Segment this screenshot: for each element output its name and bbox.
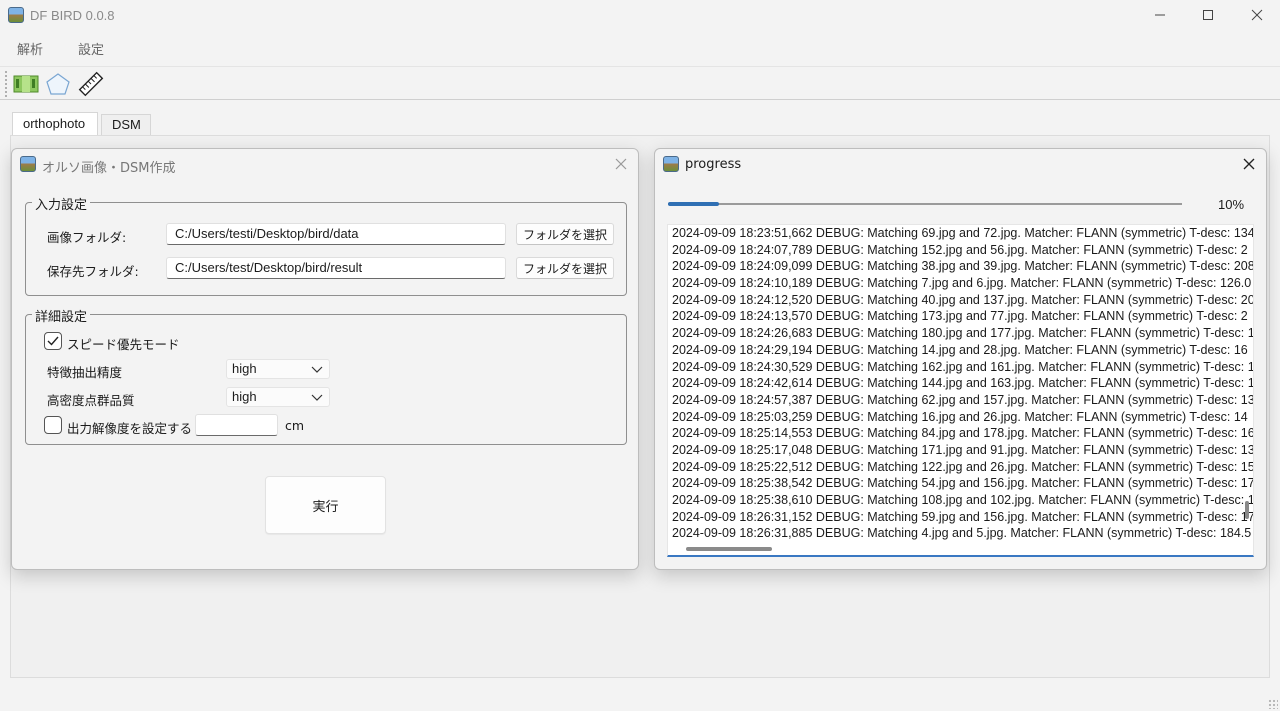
progress-dialog-close-button[interactable] [1239, 154, 1259, 174]
dense-quality-label: 高密度点群品質 [47, 393, 135, 408]
polygon-icon [46, 73, 70, 95]
run-button[interactable]: 実行 [265, 476, 386, 534]
log-line: 2024-09-09 18:25:38,610 DEBUG: Matching … [672, 493, 1254, 507]
menu-settings[interactable]: 設定 [78, 39, 104, 58]
menu-bar: 解析 設定 [0, 32, 1280, 62]
detail-settings-legend: 詳細設定 [32, 306, 91, 325]
log-line: 2024-09-09 18:26:31,885 DEBUG: Matching … [672, 526, 1252, 541]
app-title: DF BIRD 0.0.8 [30, 8, 115, 23]
progress-percent: 10% [1218, 197, 1245, 212]
ortho-dialog-close-button[interactable] [611, 154, 631, 174]
app-icon [8, 7, 24, 23]
maximize-button[interactable] [1185, 0, 1231, 30]
speed-mode-label: スピード優先モード [67, 337, 180, 352]
ortho-dsm-dialog: オルソ画像・DSM作成 入力設定 画像フォルダ: C:/Users/testi/… [11, 148, 639, 570]
log-line: 2024-09-09 18:24:10,189 DEBUG: Matching … [672, 276, 1252, 291]
log-line: 2024-09-09 18:23:51,662 DEBUG: Matching … [672, 226, 1254, 240]
close-icon [1251, 9, 1263, 21]
toolbar [0, 66, 1280, 100]
ortho-map-icon [13, 75, 39, 93]
polygon-button[interactable] [44, 70, 72, 98]
select-image-folder-button[interactable]: フォルダを選択 [516, 223, 614, 245]
ruler-button[interactable] [77, 70, 105, 98]
vertical-scrollbar[interactable] [1245, 501, 1249, 519]
log-line: 2024-09-09 18:24:29,194 DEBUG: Matching … [672, 342, 1248, 357]
minimize-button[interactable] [1137, 0, 1183, 30]
title-bar: DF BIRD 0.0.8 [0, 0, 1280, 32]
dialog-app-icon [663, 156, 679, 172]
close-icon [1243, 158, 1255, 170]
log-line: 2024-09-09 18:24:42,614 DEBUG: Matching … [672, 376, 1254, 391]
output-resolution-checkbox[interactable] [44, 416, 62, 434]
close-button[interactable] [1234, 0, 1280, 30]
horizontal-scrollbar[interactable] [686, 547, 772, 551]
close-icon [615, 158, 627, 170]
log-line: 2024-09-09 18:26:31,152 DEBUG: Matching … [672, 509, 1254, 524]
log-output[interactable]: 2024-09-09 18:23:51,662 DEBUG: Matching … [667, 224, 1254, 557]
save-folder-label: 保存先フォルダ: [47, 264, 139, 279]
output-resolution-label: 出力解像度を設定する [67, 421, 193, 436]
menu-analysis[interactable]: 解析 [17, 39, 43, 58]
log-line: 2024-09-09 18:25:17,048 DEBUG: Matching … [672, 442, 1254, 457]
dialog-app-icon [20, 156, 36, 172]
output-resolution-input[interactable] [195, 414, 278, 436]
checkmark-icon [47, 336, 59, 346]
log-lines: 2024-09-09 18:23:51,662 DEBUG: Matching … [672, 225, 1254, 542]
log-line: 2024-09-09 18:24:13,570 DEBUG: Matching … [672, 309, 1248, 324]
log-line: 2024-09-09 18:25:22,512 DEBUG: Matching … [672, 459, 1254, 474]
image-folder-input[interactable]: C:/Users/testi/Desktop/bird/data [166, 223, 506, 245]
output-resolution-unit: cm [285, 418, 305, 433]
speed-mode-checkbox[interactable] [44, 332, 62, 350]
dense-quality-select[interactable]: high [226, 387, 330, 407]
log-line: 2024-09-09 18:25:14,553 DEBUG: Matching … [672, 426, 1254, 441]
log-line: 2024-09-09 18:24:26,683 DEBUG: Matching … [672, 326, 1254, 341]
ortho-dialog-title: オルソ画像・DSM作成 [42, 161, 176, 176]
progress-bar-fill [668, 202, 720, 206]
ortho-map-button[interactable] [12, 70, 40, 98]
resize-grip-icon[interactable] [1268, 699, 1278, 709]
progress-dialog-title: progress [685, 157, 742, 172]
feature-precision-value: high [232, 361, 257, 376]
tab-orthophoto[interactable]: orthophoto [12, 112, 98, 136]
log-line: 2024-09-09 18:24:07,789 DEBUG: Matching … [672, 242, 1248, 257]
chevron-down-icon [311, 366, 323, 373]
maximize-icon [1203, 10, 1213, 20]
feature-precision-label: 特徴抽出精度 [47, 365, 123, 380]
save-folder-input[interactable]: C:/Users/test/Desktop/bird/result [166, 257, 506, 279]
progress-dialog: progress 10% 2024-09-09 18:23:51,662 DEB… [654, 148, 1267, 570]
log-line: 2024-09-09 18:25:38,542 DEBUG: Matching … [672, 476, 1254, 491]
log-line: 2024-09-09 18:25:03,259 DEBUG: Matching … [672, 409, 1248, 424]
progress-bar [668, 202, 1182, 206]
log-line: 2024-09-09 18:24:09,099 DEBUG: Matching … [672, 259, 1254, 274]
log-line: 2024-09-09 18:24:57,387 DEBUG: Matching … [672, 392, 1254, 407]
select-save-folder-button[interactable]: フォルダを選択 [516, 257, 614, 279]
log-line: 2024-09-09 18:24:12,520 DEBUG: Matching … [672, 292, 1254, 307]
ruler-icon [78, 71, 104, 97]
feature-precision-select[interactable]: high [226, 359, 330, 379]
chevron-down-icon [311, 394, 323, 401]
toolbar-grip [5, 71, 7, 97]
log-line: 2024-09-09 18:24:30,529 DEBUG: Matching … [672, 359, 1254, 374]
minimize-icon [1155, 14, 1165, 16]
tab-dsm[interactable]: DSM [101, 114, 151, 136]
input-settings-legend: 入力設定 [32, 194, 91, 213]
input-settings-group: 入力設定 [25, 194, 627, 296]
dense-quality-value: high [232, 389, 257, 404]
image-folder-label: 画像フォルダ: [47, 230, 127, 245]
